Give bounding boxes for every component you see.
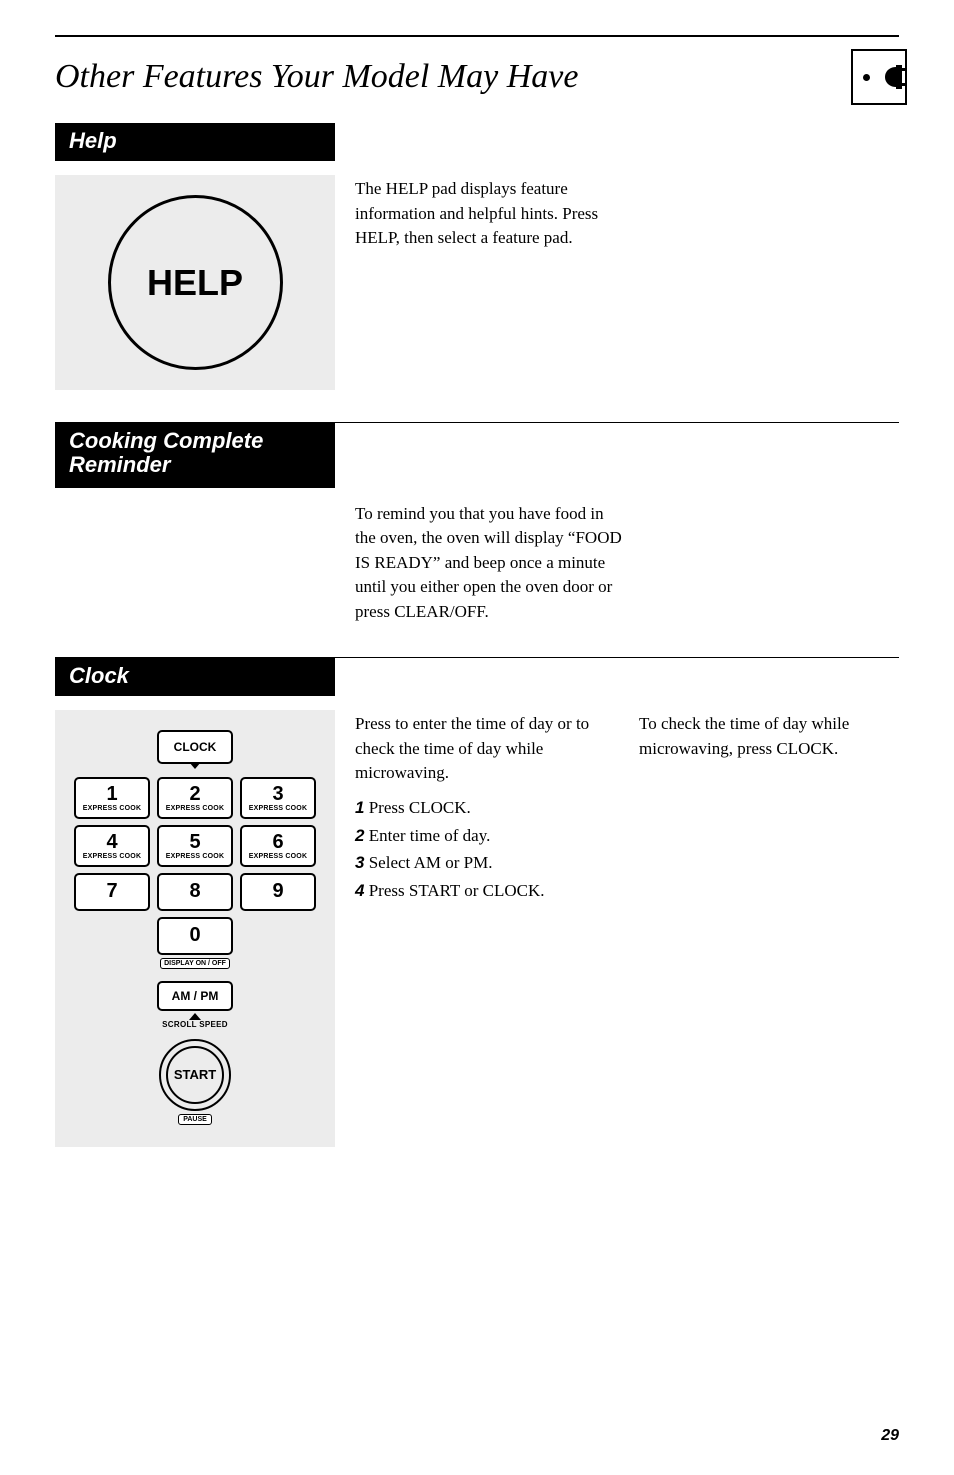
key-7: 7 <box>74 873 150 911</box>
help-button-graphic: HELP <box>108 195 283 370</box>
ampm-key: AM / PM <box>157 981 233 1011</box>
reminder-header: Cooking Complete Reminder <box>55 423 335 487</box>
pause-label: PAUSE <box>178 1114 212 1125</box>
section-help: Help HELP The HELP pad displays feature … <box>55 123 899 390</box>
key-5: 5EXPRESS COOK <box>157 825 233 867</box>
key-4: 4EXPRESS COOK <box>74 825 150 867</box>
clock-key: CLOCK <box>157 730 233 764</box>
clock-header: Clock <box>55 658 335 696</box>
plug-icon <box>851 49 907 105</box>
start-button-graphic: START <box>159 1039 231 1111</box>
key-3: 3EXPRESS COOK <box>240 777 316 819</box>
scroll-speed-label: SCROLL SPEED <box>162 1020 228 1029</box>
section-clock: Clock CLOCK 1EXPRESS COOK 2EXPRESS COOK … <box>55 658 899 1147</box>
display-onoff-label: DISPLAY ON / OFF <box>160 958 230 969</box>
key-8: 8 <box>157 873 233 911</box>
page-number: 29 <box>881 1427 899 1445</box>
keypad-illustration: CLOCK 1EXPRESS COOK 2EXPRESS COOK 3EXPRE… <box>55 710 335 1147</box>
clock-intro: Press to enter the time of day or to che… <box>355 712 619 786</box>
help-header: Help <box>55 123 335 161</box>
help-body: The HELP pad displays feature informatio… <box>355 175 625 390</box>
key-6: 6EXPRESS COOK <box>240 825 316 867</box>
clock-body-left: Press to enter the time of day or to che… <box>355 710 619 1147</box>
clock-step-4: 4 Press START or CLOCK. <box>355 879 619 904</box>
key-1: 1EXPRESS COOK <box>74 777 150 819</box>
triangle-up-icon <box>189 1013 201 1020</box>
key-0: 0 <box>157 917 233 955</box>
section-reminder: Cooking Complete Reminder To remind you … <box>55 423 899 625</box>
help-illustration: HELP <box>55 175 335 390</box>
clock-step-3: 3 Select AM or PM. <box>355 851 619 876</box>
reminder-body: To remind you that you have food in the … <box>355 502 625 625</box>
page-title: Other Features Your Model May Have <box>55 58 578 96</box>
key-9: 9 <box>240 873 316 911</box>
clock-step-1: 1 Press CLOCK. <box>355 796 619 821</box>
clock-body-right: To check the time of day while microwavi… <box>639 710 899 1147</box>
clock-step-2: 2 Enter time of day. <box>355 824 619 849</box>
key-2: 2EXPRESS COOK <box>157 777 233 819</box>
